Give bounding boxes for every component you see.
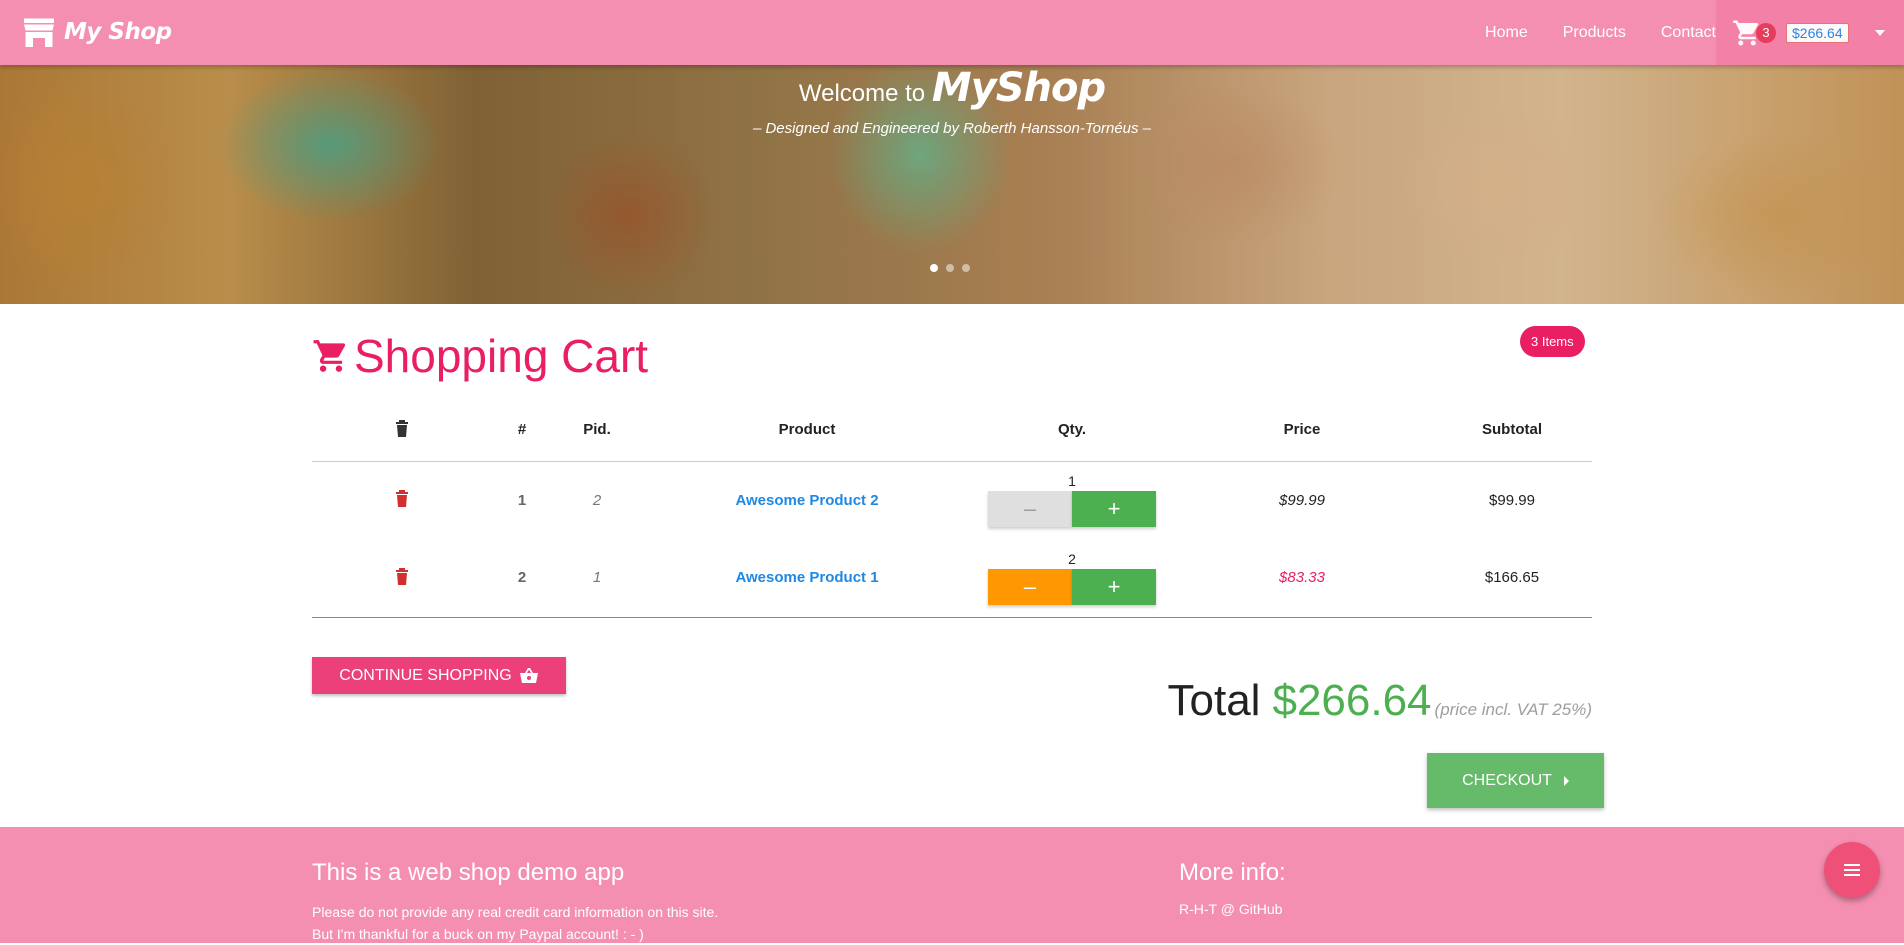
- carousel-dot[interactable]: [962, 264, 970, 272]
- row-price: $99.99: [1279, 491, 1325, 509]
- cart-section: Shopping Cart 3 Items # Pid. Product Qty…: [312, 304, 1604, 827]
- menu-icon: [1844, 864, 1860, 876]
- shopping-cart-icon: [313, 340, 346, 372]
- row-subtotal: $166.65: [1432, 539, 1592, 618]
- cart-total: Total $266.64 (price incl. VAT 25%): [1168, 676, 1592, 726]
- header-product: Product: [642, 399, 972, 462]
- vat-note: (price incl. VAT 25%): [1434, 700, 1592, 719]
- hero-welcome-text: Welcome to: [798, 80, 926, 107]
- table-row: 1 2 Awesome Product 2 1 – + $99.99 $99.9…: [312, 461, 1592, 539]
- footer: This is a web shop demo app Please do no…: [0, 827, 1904, 943]
- header-qty: Qty.: [972, 399, 1172, 462]
- page-title-text: Shopping Cart: [354, 330, 649, 382]
- carousel-indicators: [930, 264, 978, 272]
- header-trash[interactable]: [312, 399, 492, 462]
- increase-quantity-button[interactable]: +: [1072, 491, 1156, 528]
- product-link[interactable]: Awesome Product 2: [735, 492, 878, 509]
- header-pid: Pid.: [552, 399, 642, 462]
- header-subtotal: Subtotal: [1432, 399, 1592, 462]
- product-link[interactable]: Awesome Product 1: [735, 569, 878, 586]
- header-number: #: [492, 399, 552, 462]
- table-header-row: # Pid. Product Qty. Price Subtotal: [312, 399, 1592, 462]
- trash-icon: [396, 419, 408, 437]
- shopping-basket-icon: [519, 667, 538, 683]
- table-row: 2 1 Awesome Product 1 2 – + $83.33 $166.…: [312, 539, 1592, 618]
- checkout-label: CHECKOUT: [1462, 771, 1552, 789]
- carousel-dot[interactable]: [946, 264, 954, 272]
- quantity-stepper: 2 – +: [988, 551, 1156, 605]
- cart-dropdown-button[interactable]: 3 $266.64: [1716, 0, 1904, 65]
- trash-icon[interactable]: [395, 489, 409, 508]
- top-navbar: My Shop Home Products Contact 3 $266.64: [0, 0, 1904, 65]
- row-pid: 2: [592, 491, 602, 509]
- cart-table: # Pid. Product Qty. Price Subtotal 1 2 A…: [312, 399, 1592, 618]
- nav-link-products[interactable]: Products: [1563, 24, 1626, 42]
- quantity-stepper: 1 – +: [988, 473, 1156, 528]
- footer-about-line2: But I'm thankful for a buck on my Paypal…: [312, 926, 644, 942]
- row-price: $83.33: [1172, 539, 1432, 618]
- brand-name: My Shop: [64, 19, 172, 45]
- hero-title: Welcome to MyShop: [0, 65, 1904, 111]
- hero-subtitle: – Designed and Engineered by Roberth Han…: [752, 120, 1152, 137]
- total-label: Total: [1167, 676, 1261, 725]
- page-title: Shopping Cart: [312, 329, 648, 383]
- brand-logo[interactable]: My Shop: [20, 14, 172, 50]
- footer-about: This is a web shop demo app Please do no…: [312, 859, 718, 945]
- github-link[interactable]: R-H-T @ GitHub: [1179, 901, 1286, 917]
- cart-count-badge: 3: [1756, 22, 1776, 43]
- hero-carousel: Welcome to MyShop – Designed and Enginee…: [0, 65, 1904, 304]
- nav-link-contact[interactable]: Contact: [1661, 24, 1716, 42]
- continue-shopping-label: CONTINUE SHOPPING: [339, 666, 512, 684]
- footer-more-title: More info:: [1179, 859, 1286, 886]
- items-count-badge: 3 Items: [1520, 326, 1585, 357]
- store-icon: [24, 18, 54, 47]
- nav-link-home[interactable]: Home: [1485, 24, 1528, 42]
- nav-links: Home Products Contact: [1450, 0, 1716, 65]
- quantity-value: 1: [1068, 473, 1076, 490]
- continue-shopping-button[interactable]: CONTINUE SHOPPING: [312, 657, 566, 694]
- footer-more-info: More info: R-H-T @ GitHub: [1179, 859, 1286, 917]
- chevron-right-icon: [1563, 775, 1569, 786]
- footer-about-line1: Please do not provide any real credit ca…: [312, 904, 719, 920]
- row-subtotal: $99.99: [1489, 491, 1535, 509]
- quantity-value: 2: [1068, 550, 1076, 567]
- header-price: Price: [1172, 399, 1432, 462]
- increase-quantity-button[interactable]: +: [1072, 568, 1156, 605]
- row-number: 1: [517, 491, 527, 509]
- chevron-down-icon: [1874, 29, 1885, 36]
- floating-menu-button[interactable]: [1824, 842, 1880, 898]
- cart-total-amount: $266.64: [1786, 22, 1849, 43]
- decrease-quantity-button[interactable]: –: [988, 491, 1072, 528]
- decrease-quantity-button[interactable]: –: [988, 568, 1072, 605]
- hero-logo-word: MyShop: [931, 65, 1106, 111]
- footer-about-title: This is a web shop demo app: [312, 859, 625, 886]
- total-amount: $266.64: [1272, 676, 1432, 725]
- checkout-button[interactable]: CHECKOUT: [1427, 753, 1604, 808]
- row-pid: 1: [552, 539, 642, 618]
- row-number: 2: [492, 539, 552, 618]
- carousel-dot[interactable]: [930, 264, 938, 272]
- trash-icon[interactable]: [395, 567, 409, 585]
